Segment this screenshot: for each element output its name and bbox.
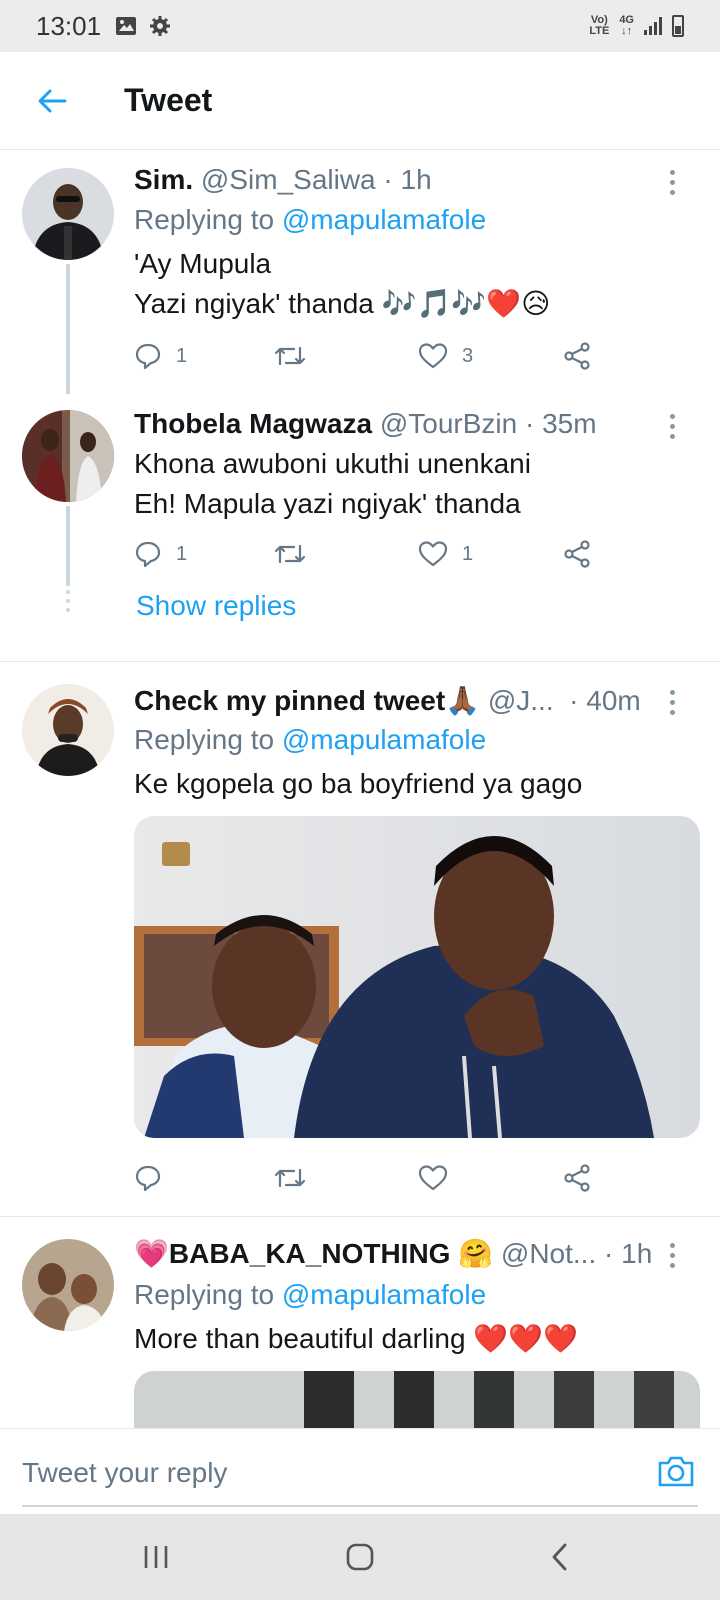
reply-count: 1 xyxy=(176,344,188,367)
retweet-icon xyxy=(274,544,306,564)
signal-icon xyxy=(644,17,662,35)
tweet-time: · 35m xyxy=(524,408,597,439)
author-handle[interactable]: @Sim_Saliwa xyxy=(201,164,376,196)
mention-link[interactable]: @mapulamafole xyxy=(282,204,486,235)
tweet-text: Ke kgopela go ba boyfriend ya gago xyxy=(134,768,583,799)
heart-icon xyxy=(418,1165,448,1191)
retweet-button[interactable] xyxy=(274,1164,306,1192)
more-options-icon[interactable] xyxy=(662,170,682,195)
tweet-text: 'Ay Mupula Yazi ngiyak' thanda 🎶🎵🎶❤️😥 xyxy=(134,248,551,319)
thread-dots xyxy=(66,590,70,617)
page-title: Tweet xyxy=(124,82,213,118)
author-name[interactable]: Check my pinned tweet xyxy=(134,685,445,717)
app-header: Tweet xyxy=(0,52,720,150)
tweet-actions: 1 1 xyxy=(134,534,604,574)
mention-link[interactable]: @mapulamafole xyxy=(282,724,486,755)
heart-icon xyxy=(418,541,448,567)
reply-button[interactable] xyxy=(134,1164,162,1192)
reply-input[interactable] xyxy=(22,1453,622,1493)
author-name[interactable]: Thobela Magwaza xyxy=(134,408,372,440)
mention-link[interactable]: @mapulamafole xyxy=(282,1279,486,1310)
tweet-header: Sim. @Sim_Saliwa · 1h xyxy=(134,164,670,196)
tweet-actions xyxy=(134,1158,604,1198)
reply-button[interactable]: 1 xyxy=(134,342,187,370)
share-button[interactable] xyxy=(562,342,592,370)
system-nav-bar xyxy=(0,1514,720,1600)
volte-indicator: Vo) LTE xyxy=(589,14,610,37)
status-time: 13:01 xyxy=(36,10,102,41)
name-emoji: 🤗 xyxy=(458,1238,494,1269)
thread-line xyxy=(66,264,70,394)
tweet-text: Khona awuboni ukuthi unenkani Eh! Mapula… xyxy=(134,448,531,519)
reply-button[interactable]: 1 xyxy=(134,540,187,568)
tweet[interactable]: Check my pinned tweet 🙏🏾 @J... · 40m Repl… xyxy=(0,662,720,1216)
network-type: 4G ↓↑ xyxy=(619,14,634,37)
home-icon[interactable] xyxy=(330,1534,390,1580)
author-name[interactable]: Sim. xyxy=(134,164,193,196)
share-icon xyxy=(564,1164,590,1192)
share-icon xyxy=(564,540,590,568)
heart-icon xyxy=(418,343,448,369)
tweet-header: Check my pinned tweet 🙏🏾 @J... · 40m xyxy=(134,684,670,717)
reply-underline xyxy=(22,1505,698,1507)
tweet[interactable]: Sim. @Sim_Saliwa · 1h Replying to @mapul… xyxy=(0,150,720,394)
tweet-header: Thobela Magwaza @TourBzin · 35m xyxy=(134,408,670,440)
back-icon[interactable] xyxy=(530,1534,590,1580)
more-options-icon[interactable] xyxy=(662,1243,682,1268)
author-handle[interactable]: @TourBzin xyxy=(380,408,517,440)
like-count: 1 xyxy=(462,542,474,565)
tweet-header: 💗 BABA_KA_NOTHING 🤗 @Not... · 1h xyxy=(134,1237,670,1270)
more-options-icon[interactable] xyxy=(662,414,682,439)
replying-to: Replying to @mapulamafole xyxy=(134,1279,487,1310)
replying-to: Replying to @mapulamafole xyxy=(134,724,487,755)
like-button[interactable]: 1 xyxy=(418,540,473,568)
author-name[interactable]: BABA_KA_NOTHING xyxy=(169,1238,451,1270)
more-options-icon[interactable] xyxy=(662,690,682,715)
reply-icon xyxy=(135,343,161,370)
share-button[interactable] xyxy=(562,540,592,568)
replying-to: Replying to @mapulamafole xyxy=(134,204,487,235)
avatar[interactable] xyxy=(22,410,114,502)
author-handle[interactable]: @J... xyxy=(488,685,554,717)
reply-bar xyxy=(0,1428,720,1514)
retweet-icon xyxy=(274,346,306,366)
author-handle[interactable]: @Not... xyxy=(501,1238,596,1270)
like-button[interactable] xyxy=(418,1164,448,1192)
like-count: 3 xyxy=(462,344,474,367)
retweet-button[interactable] xyxy=(274,540,306,568)
recents-icon[interactable] xyxy=(126,1534,186,1580)
retweet-button[interactable] xyxy=(274,342,306,370)
tweet-actions: 1 3 xyxy=(134,336,604,376)
tweet-image[interactable] xyxy=(134,1371,700,1428)
name-emoji-lead: 💗 xyxy=(134,1238,169,1269)
reply-count: 1 xyxy=(176,542,188,565)
share-button[interactable] xyxy=(562,1164,592,1192)
show-replies-link[interactable]: Show replies xyxy=(136,590,296,622)
reply-icon xyxy=(135,1165,161,1192)
tweet-time: · 1h xyxy=(604,1238,653,1269)
tweet-time: · 40m xyxy=(569,685,641,716)
tweet-time: · 1h xyxy=(383,164,432,195)
tweet[interactable]: 💗 BABA_KA_NOTHING 🤗 @Not... · 1h Replying… xyxy=(0,1217,720,1428)
thread-line xyxy=(66,506,70,586)
tweet-image[interactable] xyxy=(134,816,700,1138)
gallery-icon xyxy=(115,16,137,36)
name-emoji: 🙏🏾 xyxy=(445,685,481,716)
reply-icon xyxy=(135,541,161,568)
avatar[interactable] xyxy=(22,1239,114,1331)
share-icon xyxy=(564,342,590,370)
avatar[interactable] xyxy=(22,684,114,776)
tweet[interactable]: Thobela Magwaza @TourBzin · 35m Khona aw… xyxy=(0,394,720,650)
battery-icon xyxy=(672,15,684,37)
like-button[interactable]: 3 xyxy=(418,342,473,370)
arrow-left-icon[interactable] xyxy=(28,77,76,125)
settings-gear-icon xyxy=(149,16,171,36)
camera-icon[interactable] xyxy=(656,1451,696,1491)
tweet-text: More than beautiful darling ❤️❤️❤️ xyxy=(134,1323,578,1354)
avatar[interactable] xyxy=(22,168,114,260)
retweet-icon xyxy=(274,1168,306,1188)
status-bar: 13:01 Vo) LTE 4G ↓↑ xyxy=(0,0,720,52)
